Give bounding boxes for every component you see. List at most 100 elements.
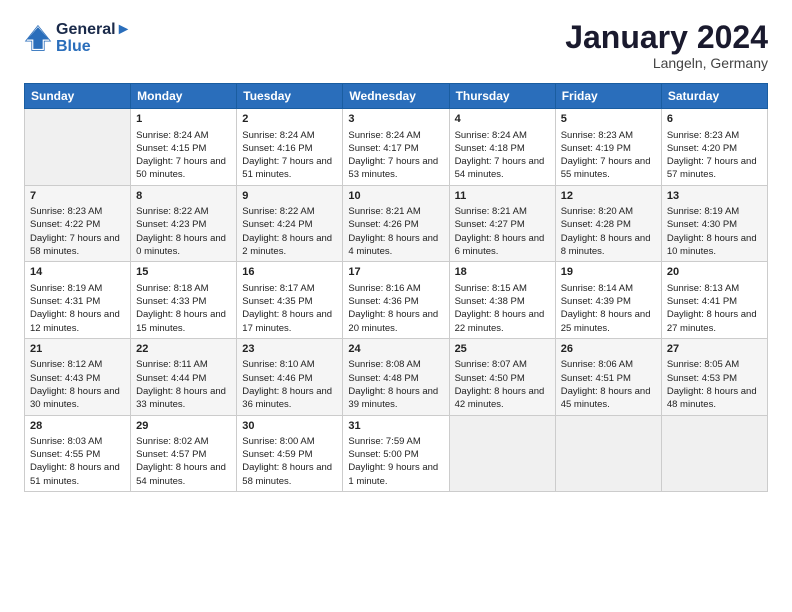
daylight-text: Daylight: 8 hours and 42 minutes. (455, 385, 550, 412)
sunset-text: Sunset: 4:36 PM (348, 295, 443, 308)
sunrise-text: Sunrise: 8:00 AM (242, 435, 337, 448)
daylight-text: Daylight: 8 hours and 54 minutes. (136, 461, 231, 488)
sunset-text: Sunset: 4:59 PM (242, 448, 337, 461)
daylight-text: Daylight: 7 hours and 54 minutes. (455, 155, 550, 182)
sunset-text: Sunset: 4:31 PM (30, 295, 125, 308)
logo: General► Blue (24, 20, 131, 55)
calendar-header: SundayMondayTuesdayWednesdayThursdayFrid… (25, 84, 768, 109)
daylight-text: Daylight: 8 hours and 0 minutes. (136, 232, 231, 259)
day-number: 21 (30, 342, 125, 357)
sunrise-text: Sunrise: 8:17 AM (242, 282, 337, 295)
sunrise-text: Sunrise: 8:03 AM (30, 435, 125, 448)
sunset-text: Sunset: 4:16 PM (242, 142, 337, 155)
calendar-cell: 18Sunrise: 8:15 AMSunset: 4:38 PMDayligh… (449, 262, 555, 339)
day-number: 30 (242, 419, 337, 434)
daylight-text: Daylight: 8 hours and 17 minutes. (242, 308, 337, 335)
calendar-cell: 15Sunrise: 8:18 AMSunset: 4:33 PMDayligh… (131, 262, 237, 339)
sunset-text: Sunset: 4:17 PM (348, 142, 443, 155)
daylight-text: Daylight: 8 hours and 48 minutes. (667, 385, 762, 412)
day-number: 6 (667, 112, 762, 127)
calendar-cell: 4Sunrise: 8:24 AMSunset: 4:18 PMDaylight… (449, 109, 555, 186)
daylight-text: Daylight: 8 hours and 8 minutes. (561, 232, 656, 259)
calendar-cell (449, 415, 555, 492)
sunset-text: Sunset: 4:46 PM (242, 372, 337, 385)
day-number: 20 (667, 265, 762, 280)
daylight-text: Daylight: 8 hours and 51 minutes. (30, 461, 125, 488)
sunrise-text: Sunrise: 8:08 AM (348, 358, 443, 371)
sunrise-text: Sunrise: 7:59 AM (348, 435, 443, 448)
day-number: 23 (242, 342, 337, 357)
logo-text: General► Blue (56, 20, 131, 55)
day-number: 1 (136, 112, 231, 127)
page-header: General► Blue January 2024 Langeln, Germ… (24, 20, 768, 71)
sunset-text: Sunset: 4:18 PM (455, 142, 550, 155)
sunset-text: Sunset: 4:33 PM (136, 295, 231, 308)
calendar-cell: 27Sunrise: 8:05 AMSunset: 4:53 PMDayligh… (661, 338, 767, 415)
sunset-text: Sunset: 4:27 PM (455, 218, 550, 231)
daylight-text: Daylight: 8 hours and 27 minutes. (667, 308, 762, 335)
day-of-week-header: Wednesday (343, 84, 449, 109)
calendar-cell: 30Sunrise: 8:00 AMSunset: 4:59 PMDayligh… (237, 415, 343, 492)
sunrise-text: Sunrise: 8:06 AM (561, 358, 656, 371)
sunset-text: Sunset: 4:20 PM (667, 142, 762, 155)
location: Langeln, Germany (565, 55, 768, 71)
daylight-text: Daylight: 8 hours and 22 minutes. (455, 308, 550, 335)
daylight-text: Daylight: 7 hours and 53 minutes. (348, 155, 443, 182)
daylight-text: Daylight: 7 hours and 58 minutes. (30, 232, 125, 259)
daylight-text: Daylight: 9 hours and 1 minute. (348, 461, 443, 488)
calendar-cell: 22Sunrise: 8:11 AMSunset: 4:44 PMDayligh… (131, 338, 237, 415)
day-number: 25 (455, 342, 550, 357)
sunset-text: Sunset: 4:35 PM (242, 295, 337, 308)
calendar-cell: 21Sunrise: 8:12 AMSunset: 4:43 PMDayligh… (25, 338, 131, 415)
day-of-week-header: Thursday (449, 84, 555, 109)
sunset-text: Sunset: 4:38 PM (455, 295, 550, 308)
daylight-text: Daylight: 8 hours and 2 minutes. (242, 232, 337, 259)
daylight-text: Daylight: 8 hours and 39 minutes. (348, 385, 443, 412)
daylight-text: Daylight: 7 hours and 57 minutes. (667, 155, 762, 182)
daylight-text: Daylight: 8 hours and 12 minutes. (30, 308, 125, 335)
daylight-text: Daylight: 8 hours and 30 minutes. (30, 385, 125, 412)
day-of-week-header: Sunday (25, 84, 131, 109)
sunrise-text: Sunrise: 8:10 AM (242, 358, 337, 371)
calendar-cell: 26Sunrise: 8:06 AMSunset: 4:51 PMDayligh… (555, 338, 661, 415)
calendar-cell: 23Sunrise: 8:10 AMSunset: 4:46 PMDayligh… (237, 338, 343, 415)
daylight-text: Daylight: 8 hours and 45 minutes. (561, 385, 656, 412)
day-number: 31 (348, 419, 443, 434)
day-number: 19 (561, 265, 656, 280)
daylight-text: Daylight: 8 hours and 33 minutes. (136, 385, 231, 412)
calendar-cell: 17Sunrise: 8:16 AMSunset: 4:36 PMDayligh… (343, 262, 449, 339)
day-number: 29 (136, 419, 231, 434)
logo-icon (24, 24, 52, 52)
sunset-text: Sunset: 4:15 PM (136, 142, 231, 155)
sunrise-text: Sunrise: 8:19 AM (30, 282, 125, 295)
calendar-cell: 1Sunrise: 8:24 AMSunset: 4:15 PMDaylight… (131, 109, 237, 186)
day-number: 24 (348, 342, 443, 357)
sunrise-text: Sunrise: 8:20 AM (561, 205, 656, 218)
sunrise-text: Sunrise: 8:24 AM (136, 129, 231, 142)
sunrise-text: Sunrise: 8:23 AM (667, 129, 762, 142)
daylight-text: Daylight: 8 hours and 36 minutes. (242, 385, 337, 412)
day-number: 2 (242, 112, 337, 127)
day-number: 16 (242, 265, 337, 280)
day-of-week-header: Tuesday (237, 84, 343, 109)
calendar-cell: 29Sunrise: 8:02 AMSunset: 4:57 PMDayligh… (131, 415, 237, 492)
sunset-text: Sunset: 4:55 PM (30, 448, 125, 461)
day-number: 12 (561, 189, 656, 204)
month-title: January 2024 (565, 20, 768, 55)
day-number: 26 (561, 342, 656, 357)
calendar-cell: 6 Sunrise: 8:23 AMSunset: 4:20 PMDaylight… (661, 109, 767, 186)
sunset-text: Sunset: 4:50 PM (455, 372, 550, 385)
sunset-text: Sunset: 4:43 PM (30, 372, 125, 385)
daylight-text: Daylight: 8 hours and 4 minutes. (348, 232, 443, 259)
day-number: 14 (30, 265, 125, 280)
daylight-text: Daylight: 8 hours and 6 minutes. (455, 232, 550, 259)
calendar-cell (661, 415, 767, 492)
sunrise-text: Sunrise: 8:21 AM (348, 205, 443, 218)
sunrise-text: Sunrise: 8:02 AM (136, 435, 231, 448)
daylight-text: Daylight: 8 hours and 10 minutes. (667, 232, 762, 259)
calendar-cell: 7Sunrise: 8:23 AMSunset: 4:22 PMDaylight… (25, 185, 131, 262)
sunset-text: Sunset: 5:00 PM (348, 448, 443, 461)
sunrise-text: Sunrise: 8:13 AM (667, 282, 762, 295)
sunrise-text: Sunrise: 8:18 AM (136, 282, 231, 295)
sunrise-text: Sunrise: 8:07 AM (455, 358, 550, 371)
